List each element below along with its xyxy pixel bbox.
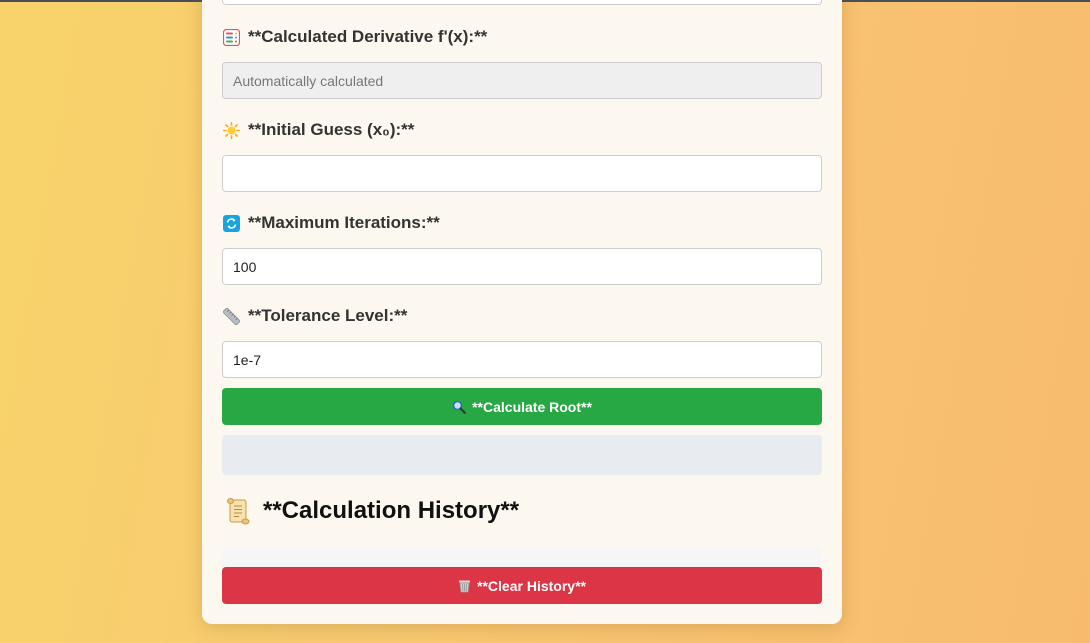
function-input[interactable] [222, 0, 822, 5]
derivative-label: **Calculated Derivative f'(x):** [222, 26, 487, 48]
tolerance-label: **Tolerance Level:** [222, 305, 407, 327]
calculate-root-label: **Calculate Root** [472, 398, 592, 415]
initial-guess-label: **Initial Guess (x₀):** [222, 119, 414, 141]
max-iterations-label: **Maximum Iterations:** [222, 212, 440, 234]
calculate-root-button[interactable]: **Calculate Root** [222, 388, 822, 425]
wastebasket-icon [458, 579, 471, 593]
ruler-icon [222, 307, 240, 325]
calculator-card: **Calculated Derivative f'(x):** **Initi… [202, 0, 842, 624]
magnifier-icon [452, 400, 466, 414]
sun-icon [222, 121, 240, 139]
initial-guess-label-text: **Initial Guess (x₀):** [248, 120, 415, 139]
derivative-label-text: **Calculated Derivative f'(x):** [248, 27, 488, 46]
derivative-field[interactable] [222, 62, 822, 99]
history-heading: **Calculation History** [224, 496, 519, 526]
repeat-icon [222, 214, 240, 232]
clear-history-label: **Clear History** [477, 577, 586, 594]
max-iterations-input[interactable] [222, 248, 822, 285]
abacus-icon [222, 28, 240, 46]
initial-guess-input[interactable] [222, 155, 822, 192]
result-output [222, 435, 822, 475]
tolerance-label-text: **Tolerance Level:** [248, 306, 408, 325]
tolerance-input[interactable] [222, 341, 822, 378]
scroll-icon [224, 497, 252, 525]
history-list [222, 547, 822, 569]
history-title-text: **Calculation History** [263, 497, 520, 524]
max-iterations-label-text: **Maximum Iterations:** [248, 213, 440, 232]
clear-history-button[interactable]: **Clear History** [222, 567, 822, 604]
